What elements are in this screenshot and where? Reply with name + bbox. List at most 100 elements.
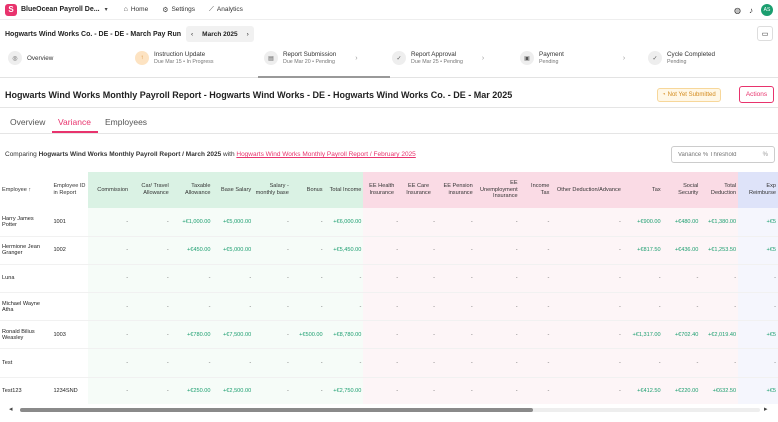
tab-overview[interactable]: Overview xyxy=(10,117,45,127)
tab-employees[interactable]: Employees xyxy=(105,117,147,127)
step-title: Overview xyxy=(27,54,54,62)
table-row[interactable]: Harry James Potter 1001- - +€1,000.00 +€5,00… xyxy=(0,208,778,237)
nav-home[interactable]: ⌂ Home xyxy=(124,6,149,13)
variance-cell: - xyxy=(474,348,520,378)
employee-id-cell: 1001 xyxy=(51,208,89,237)
col-header-base-salary[interactable]: Base Salary xyxy=(212,172,254,208)
col-header-exp-reimbursement[interactable]: Exp Reimburse xyxy=(738,172,778,208)
variance-cell: - xyxy=(474,208,520,237)
variance-cell: +€702.40 xyxy=(662,320,701,350)
col-header-salary-monthly-base[interactable]: Salary - monthly base xyxy=(253,172,291,208)
variance-threshold-field[interactable]: % xyxy=(671,146,775,163)
col-header-employee-id[interactable]: Employee ID in Report xyxy=(51,172,89,208)
step-payment[interactable]: ▣ Payment Pending › xyxy=(520,51,625,65)
variance-cell: - xyxy=(212,264,254,294)
step-cycle-completed[interactable]: ✓ Cycle Completed Pending xyxy=(648,51,715,65)
col-header-total-deduction[interactable]: Total Deduction xyxy=(700,172,739,208)
employee-id-cell: 1234SND xyxy=(51,377,89,404)
variance-cell: - xyxy=(436,208,475,237)
variance-cell: - xyxy=(130,377,171,404)
variance-cell: - xyxy=(400,377,437,404)
scroll-thumb[interactable] xyxy=(20,408,533,412)
col-header-total-income[interactable]: Total Income xyxy=(324,172,364,208)
table-row[interactable]: Test - - - - - - - - - - - - - - - - - xyxy=(0,348,778,378)
col-header-tax[interactable]: Tax xyxy=(622,172,663,208)
report-header: Hogwarts Wind Works Monthly Payroll Repo… xyxy=(0,82,778,108)
variance-threshold-input[interactable] xyxy=(678,151,758,158)
col-header-bonus[interactable]: Bonus xyxy=(290,172,325,208)
employee-name-cell: Ronald Bilius Weasley xyxy=(0,320,52,350)
tab-variance[interactable]: Variance xyxy=(58,117,91,127)
scroll-left-icon[interactable]: ◂ xyxy=(9,405,13,413)
actions-button[interactable]: Actions xyxy=(739,86,774,103)
col-header-taxable-allowance[interactable]: Taxable Allowance xyxy=(170,172,213,208)
step-instruction-update[interactable]: ↑ Instruction Update Due Mar 15 • In Pro… xyxy=(135,51,214,65)
variance-cell: - xyxy=(519,264,552,294)
app-name[interactable]: BlueOcean Payroll De... xyxy=(21,6,100,13)
variance-cell: - xyxy=(324,348,364,378)
variance-cell: - xyxy=(253,292,291,322)
active-step-indicator xyxy=(258,76,390,78)
table-row[interactable]: Luna - - - - - - - - - - - - - - - - - xyxy=(0,264,778,294)
scroll-right-icon[interactable]: ▸ xyxy=(764,405,768,413)
variance-cell: - xyxy=(88,377,131,404)
variance-cell: - xyxy=(290,264,325,294)
compare-prefix: Comparing xyxy=(5,151,37,158)
variance-cell: - xyxy=(622,292,663,322)
table-row[interactable]: Hermione Jean Granger 1002- - +€450.00 +€5,0… xyxy=(0,236,778,265)
variance-cell: +€7,500.00 xyxy=(212,320,254,350)
variance-cell: +€1,253.50 xyxy=(700,236,739,265)
col-header-ee-pension-insurance[interactable]: EE Pension insurance xyxy=(436,172,475,208)
table-header-row: Employee ↑ Employee ID in Report Commiss… xyxy=(0,172,778,208)
variance-cell: - xyxy=(700,264,739,294)
step-title: Report Approval xyxy=(411,51,457,58)
chevron-right-icon[interactable]: › xyxy=(247,31,249,38)
table-row[interactable]: Michael Wayne Atha - - - - - - - - - - - - - - - - - xyxy=(0,292,778,322)
col-header-other-deduction[interactable]: Other Deduction/Advance xyxy=(551,172,623,208)
chevron-down-icon[interactable]: ▾ xyxy=(105,6,108,13)
variance-cell: +€220.00 xyxy=(662,377,701,404)
table-row[interactable]: Ronald Bilius Weasley 1003- - +€780.00 +€7,5… xyxy=(0,320,778,350)
variance-cell: - xyxy=(519,292,552,322)
step-report-submission[interactable]: ▤ Report Submission Due Mar 20 • Pending… xyxy=(264,51,358,65)
nav-analytics[interactable]: ⟋ Analytics xyxy=(209,6,243,14)
step-report-approval[interactable]: ✓ Report Approval Due Mar 25 • Pending › xyxy=(392,51,484,65)
bell-icon[interactable]: ♪ xyxy=(749,6,753,15)
compare-with: with xyxy=(223,151,235,158)
chevron-left-icon[interactable]: ‹ xyxy=(191,31,193,38)
step-overview[interactable]: ◎ Overview xyxy=(8,51,53,65)
variance-cell: +€1,317.00 xyxy=(622,320,663,350)
variance-cell: - xyxy=(551,377,623,404)
variance-cell: - xyxy=(324,292,364,322)
app-logo[interactable]: S xyxy=(5,3,17,16)
variance-table-container[interactable]: Employee ↑ Employee ID in Report Commiss… xyxy=(0,172,778,404)
col-header-ee-unemployment-insurance[interactable]: EE Unemployment Insurance xyxy=(474,172,520,208)
col-header-ee-health-insurance[interactable]: EE Health Insurance xyxy=(363,172,401,208)
col-header-commission[interactable]: Commission xyxy=(88,172,131,208)
step-subtitle: Due Mar 25 • Pending xyxy=(411,59,463,65)
chevron-right-icon: › xyxy=(355,54,358,62)
col-header-car-travel-allowance[interactable]: Car/ Travel Allowance xyxy=(130,172,171,208)
col-header-income-tax[interactable]: Income Tax xyxy=(519,172,552,208)
variance-cell: - xyxy=(290,236,325,265)
compare-previous-report-link[interactable]: Hogwarts Wind Works Monthly Payroll Repo… xyxy=(236,151,415,158)
variance-cell: - xyxy=(662,292,701,322)
table-row[interactable]: Test123 1234SND - - +€250.00 +€2,500.00- - +€2,… xyxy=(0,377,778,404)
globe-icon[interactable]: ◍ xyxy=(734,6,741,15)
col-header-ee-care-insurance[interactable]: EE Care Insurance xyxy=(400,172,437,208)
employee-id-cell xyxy=(51,292,89,322)
nav-settings[interactable]: ⚙ Settings xyxy=(162,6,195,14)
variance-cell: - xyxy=(290,348,325,378)
variance-cell: +€5 xyxy=(738,236,778,265)
variance-cell: +€2,500.00 xyxy=(212,377,254,404)
variance-cell: - xyxy=(400,264,437,294)
col-header-social-security[interactable]: Social Security xyxy=(662,172,701,208)
avatar[interactable]: AS xyxy=(761,4,773,16)
month-label[interactable]: March 2025 xyxy=(202,31,237,38)
horizontal-scrollbar[interactable]: ◂ ▸ xyxy=(0,405,778,415)
step-subtitle: Due Mar 20 • Pending xyxy=(283,59,335,65)
col-header-employee[interactable]: Employee ↑ xyxy=(0,172,52,208)
variance-cell: - xyxy=(253,208,291,237)
variance-table: Employee ↑ Employee ID in Report Commiss… xyxy=(0,172,778,404)
chat-button[interactable]: ▭ xyxy=(757,26,773,41)
